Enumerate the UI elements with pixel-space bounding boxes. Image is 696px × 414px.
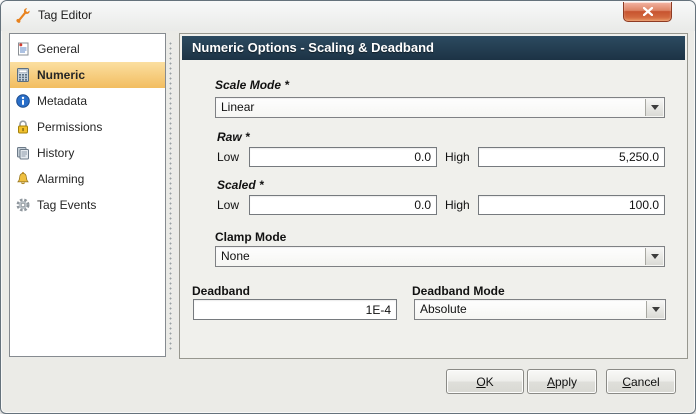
deadband-label: Deadband: [192, 284, 251, 298]
down-arrow-glyph: [651, 307, 660, 312]
apply-button-label: Apply: [546, 374, 578, 389]
sidebar-item-general[interactable]: General: [10, 36, 165, 62]
scaled-low-input[interactable]: [249, 195, 437, 215]
sidebar-item-history[interactable]: History: [10, 140, 165, 166]
chevron-down-icon[interactable]: [645, 248, 663, 265]
chevron-down-icon[interactable]: [645, 99, 663, 116]
scaled-high-input[interactable]: [478, 195, 665, 215]
scaled-low-label: Low: [217, 198, 240, 212]
permissions-icon: [18, 120, 28, 134]
sidebar-item-label: Tag Events: [37, 198, 97, 212]
down-arrow-glyph: [650, 254, 659, 259]
sidebar-item-tag-events[interactable]: Tag Events: [10, 192, 165, 218]
sidebar-item-label: Alarming: [37, 172, 85, 186]
close-button[interactable]: [623, 2, 672, 22]
numeric-options-panel: Numeric Options - Scaling & Deadband Sca…: [179, 33, 688, 359]
sidebar-splitter[interactable]: [168, 41, 173, 351]
raw-low-label: Low: [217, 150, 240, 164]
down-arrow-glyph: [650, 105, 659, 110]
deadband-mode-label: Deadband Mode: [412, 284, 505, 298]
category-list: General Numeric Metadata Permissions His…: [9, 33, 166, 357]
tag-editor-app-icon: [16, 8, 30, 23]
sidebar-item-label: Metadata: [37, 94, 88, 108]
close-icon: [642, 7, 653, 16]
cancel-button-label: Cancel: [622, 374, 660, 389]
screen: Tag Editor General Numeric Metadata Perm…: [0, 0, 696, 414]
alarming-icon: [17, 171, 29, 185]
scale-mode-label: Scale Mode *: [215, 78, 290, 92]
deadband-mode-select[interactable]: Absolute: [414, 299, 666, 320]
chevron-down-icon[interactable]: [646, 301, 664, 318]
sidebar-item-label: History: [37, 146, 75, 160]
sidebar-item-label: General: [37, 42, 80, 56]
apply-button[interactable]: Apply: [527, 369, 597, 394]
cancel-button[interactable]: Cancel: [606, 369, 676, 394]
scaled-high-label: High: [445, 198, 470, 212]
ok-button[interactable]: OK: [446, 369, 524, 394]
tag-editor-window: Tag Editor General Numeric Metadata Perm…: [0, 0, 696, 414]
raw-group-label: Raw *: [217, 130, 250, 144]
tag-events-icon: [16, 198, 30, 212]
sidebar-item-alarming[interactable]: Alarming: [10, 166, 165, 192]
metadata-icon: [16, 94, 30, 108]
raw-low-input[interactable]: [249, 147, 437, 167]
raw-high-label: High: [445, 150, 470, 164]
general-icon: [18, 42, 29, 56]
window-title: Tag Editor: [38, 8, 93, 22]
deadband-mode-value: Absolute: [420, 302, 467, 316]
history-icon: [17, 147, 29, 160]
ok-button-label: OK: [476, 374, 494, 389]
scale-mode-select[interactable]: Linear: [215, 97, 665, 118]
sidebar-item-metadata[interactable]: Metadata: [10, 88, 165, 114]
clamp-mode-value: None: [221, 249, 250, 263]
scaled-group-label: Scaled *: [217, 178, 264, 192]
title-bar[interactable]: Tag Editor: [1, 1, 695, 31]
sidebar-item-label: Numeric: [37, 68, 86, 82]
scale-mode-value: Linear: [221, 100, 255, 114]
numeric-icon: [17, 68, 29, 82]
deadband-input[interactable]: [193, 299, 397, 320]
sidebar-item-label: Permissions: [37, 120, 103, 134]
raw-high-input[interactable]: [478, 147, 665, 167]
sidebar-item-numeric[interactable]: Numeric: [10, 62, 165, 88]
sidebar-item-permissions[interactable]: Permissions: [10, 114, 165, 140]
clamp-mode-select[interactable]: None: [215, 246, 665, 267]
clamp-mode-label: Clamp Mode: [215, 230, 287, 244]
panel-header: Numeric Options - Scaling & Deadband: [182, 36, 685, 60]
